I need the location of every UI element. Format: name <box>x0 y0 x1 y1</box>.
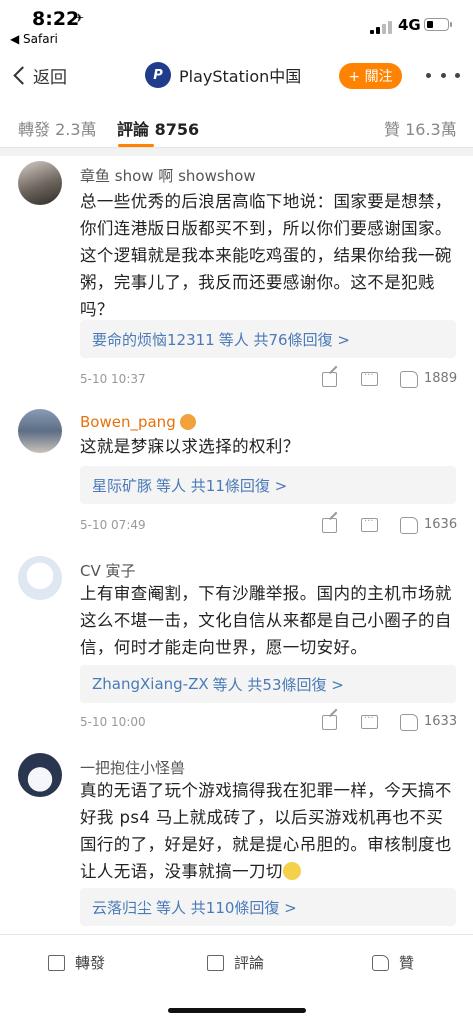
like-icon[interactable] <box>400 714 418 731</box>
page-title[interactable]: P PlayStation中国 <box>145 62 301 88</box>
avatar[interactable] <box>18 556 62 600</box>
comment-button[interactable]: 評論 <box>207 952 264 973</box>
comment-meta: 5-10 07:49 1636 <box>80 513 460 536</box>
comment-icon[interactable] <box>361 367 378 386</box>
chevron-left-icon <box>13 65 32 85</box>
like-count: 1633 <box>424 714 458 729</box>
active-tab-indicator <box>118 144 154 147</box>
member-badge-icon <box>179 414 196 430</box>
like-label: 贊 <box>399 954 415 972</box>
avatar[interactable] <box>18 161 62 205</box>
tab-reposts[interactable]: 轉發 2.3萬 <box>18 116 97 140</box>
follow-button[interactable]: + 關注 <box>339 63 402 89</box>
like-icon <box>372 954 389 971</box>
signal-icon <box>370 20 392 34</box>
like-icon[interactable] <box>400 517 418 534</box>
playstation-logo-icon: P <box>145 62 171 88</box>
comment-username[interactable]: 一把抱住小怪兽 <box>80 757 185 778</box>
comment-text: 上有审查阉割，下有沙雕举报。国内的主机市场就这么不堪一击，文化自信从来都是自己小… <box>80 584 452 657</box>
repost-button[interactable]: 轉發 <box>48 952 105 973</box>
location-icon: ✈ <box>74 11 85 25</box>
tab-bar: 轉發 2.3萬 評論 8756 贊 16.3萬 <box>0 102 473 148</box>
reply-count: 等人 共53條回復 > <box>212 675 344 694</box>
comment-meta: 5-10 10:37 1889 <box>80 367 460 390</box>
comment-icon[interactable] <box>361 710 378 729</box>
share-icon[interactable] <box>322 518 337 533</box>
comment-username[interactable]: CV 寅子 <box>80 560 136 581</box>
reply-count: 等人 共11條回復 > <box>156 476 288 495</box>
comment-username[interactable]: Bowen_pang <box>80 413 196 431</box>
replies-link[interactable]: 要命的烦恼12311 等人 共76條回復 > <box>80 320 456 358</box>
share-icon[interactable] <box>322 715 337 730</box>
reply-count: 等人 共76條回復 > <box>218 330 350 349</box>
divider <box>0 148 473 156</box>
back-button[interactable]: 返回 <box>8 62 67 88</box>
reply-user: 云落归尘 <box>92 898 153 917</box>
replies-link[interactable]: 云落归尘 等人 共110條回復 > <box>80 888 456 926</box>
replies-link[interactable]: ZhangXiang-ZX 等人 共53條回復 > <box>80 665 456 703</box>
comment-text: 总一些优秀的后浪居高临下地说：国家要是想禁，你们连港版日版都买不到，所以你们要感… <box>80 192 452 319</box>
nav-bar: 返回 P PlayStation中国 + 關注 <box>0 50 473 102</box>
avatar[interactable] <box>18 753 62 797</box>
repost-icon <box>48 954 65 971</box>
clock: 8:22 <box>32 8 80 30</box>
comment-label: 評論 <box>234 954 265 972</box>
comment-text: 真的无语了玩个游戏搞得我在犯罪一样，今天搞不好我 ps4 马上就成砖了，以后买游… <box>80 781 452 881</box>
like-icon[interactable] <box>400 371 418 388</box>
tab-likes[interactable]: 贊 16.3萬 <box>384 116 457 140</box>
bottom-action-bar: 轉發 評論 贊 <box>0 934 473 990</box>
comment-date: 5-10 10:37 <box>80 372 146 386</box>
reply-user: 星际矿豚 <box>92 476 153 495</box>
back-to-safari-link[interactable]: ◀ Safari <box>10 32 58 46</box>
comment-icon[interactable] <box>361 513 378 532</box>
comment-meta: 5-10 10:00 1633 <box>80 710 460 733</box>
home-indicator[interactable] <box>168 1008 306 1013</box>
like-count: 1636 <box>424 517 458 532</box>
like-button[interactable]: 贊 <box>372 952 414 973</box>
like-count: 1889 <box>424 371 458 386</box>
reply-count: 等人 共110條回復 > <box>156 898 297 917</box>
status-bar: 8:22 ✈ ◀ Safari 4G <box>0 0 473 50</box>
reply-user: 要命的烦恼12311 <box>92 330 215 349</box>
repost-label: 轉發 <box>75 954 106 972</box>
back-label: 返回 <box>33 67 67 88</box>
replies-link[interactable]: 星际矿豚 等人 共11條回復 > <box>80 466 456 504</box>
tab-comments[interactable]: 評論 8756 <box>117 116 199 140</box>
comment-text: 这就是梦寐以求选择的权利？ <box>80 437 300 456</box>
share-icon[interactable] <box>322 372 337 387</box>
account-name: PlayStation中国 <box>179 67 302 86</box>
more-options-icon[interactable] <box>426 63 460 87</box>
reply-user: ZhangXiang-ZX <box>92 675 209 693</box>
avatar[interactable] <box>18 409 62 453</box>
comment-date: 5-10 07:49 <box>80 518 146 532</box>
battery-icon <box>424 18 452 31</box>
comment-username[interactable]: 章鱼 show 啊 showshow <box>80 165 256 186</box>
comment-icon <box>207 954 224 971</box>
eye-roll-emoji-icon <box>282 862 301 880</box>
network-type: 4G <box>398 16 421 34</box>
comment-date: 5-10 10:00 <box>80 715 146 729</box>
